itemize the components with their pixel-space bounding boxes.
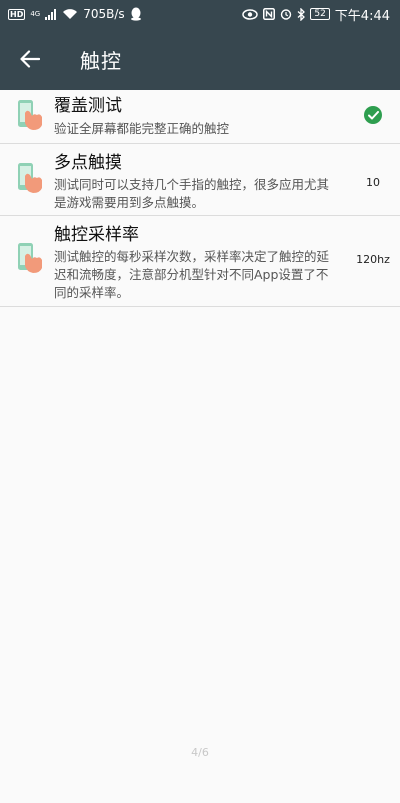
touch-test-list: 覆盖测试 验证全屏幕都能完整正确的触控 多点触摸 测试同时可以支持几个手指的触控… (0, 90, 400, 307)
status-bar-right: 52 下午4:44 (242, 5, 390, 24)
hd-icon: HD (8, 8, 26, 20)
list-item-sampling-rate[interactable]: 触控采样率 测试触控的每秒采样次数，采样率决定了触控的延迟和流畅度，注意部分机型… (0, 216, 400, 307)
touch-hand-icon (0, 152, 54, 194)
list-item-coverage-test[interactable]: 覆盖测试 验证全屏幕都能完整正确的触控 (0, 90, 400, 144)
qq-icon (130, 7, 141, 21)
page-title: 触控 (80, 48, 122, 73)
list-item-multi-touch[interactable]: 多点触摸 测试同时可以支持几个手指的触控，很多应用尤其是游戏需要用到多点触摸。 … (0, 144, 400, 216)
item-description: 测试触控的每秒采样次数，采样率决定了触控的延迟和流畅度，注意部分机型针对不同Ap… (54, 249, 330, 300)
check-circle-icon (364, 106, 382, 124)
item-title: 触控采样率 (54, 225, 139, 245)
signal-bars-icon (45, 8, 57, 20)
nfc-icon (263, 8, 276, 20)
bluetooth-icon (297, 7, 306, 21)
item-title: 多点触摸 (54, 153, 122, 173)
arrow-left-icon (20, 50, 40, 68)
alarm-icon (281, 9, 292, 20)
back-button[interactable] (0, 28, 60, 90)
eye-icon (242, 8, 259, 20)
wifi-icon (63, 9, 78, 19)
item-status (346, 95, 400, 124)
clock: 下午4:44 (334, 8, 390, 24)
touch-hand-icon (0, 95, 54, 131)
touch-hand-icon (0, 224, 54, 274)
page-indicator: 4/6 (191, 746, 209, 759)
network-speed: 705B/s (83, 7, 125, 21)
item-value: 10 (366, 176, 380, 189)
network-type: 4G (30, 9, 41, 18)
item-description: 测试同时可以支持几个手指的触控，很多应用尤其是游戏需要用到多点触摸。 (54, 177, 330, 210)
item-value: 120hz (356, 253, 390, 266)
battery-icon: 52 (310, 8, 330, 20)
signal-icon: 4G (30, 9, 41, 18)
status-bar: HD 4G 705B/s 52 下午4:44 (0, 0, 400, 28)
app-bar: 触控 (0, 28, 400, 90)
item-description: 验证全屏幕都能完整正确的触控 (54, 121, 230, 136)
status-bar-left: HD 4G 705B/s (8, 7, 142, 21)
item-title: 覆盖测试 (54, 96, 122, 116)
